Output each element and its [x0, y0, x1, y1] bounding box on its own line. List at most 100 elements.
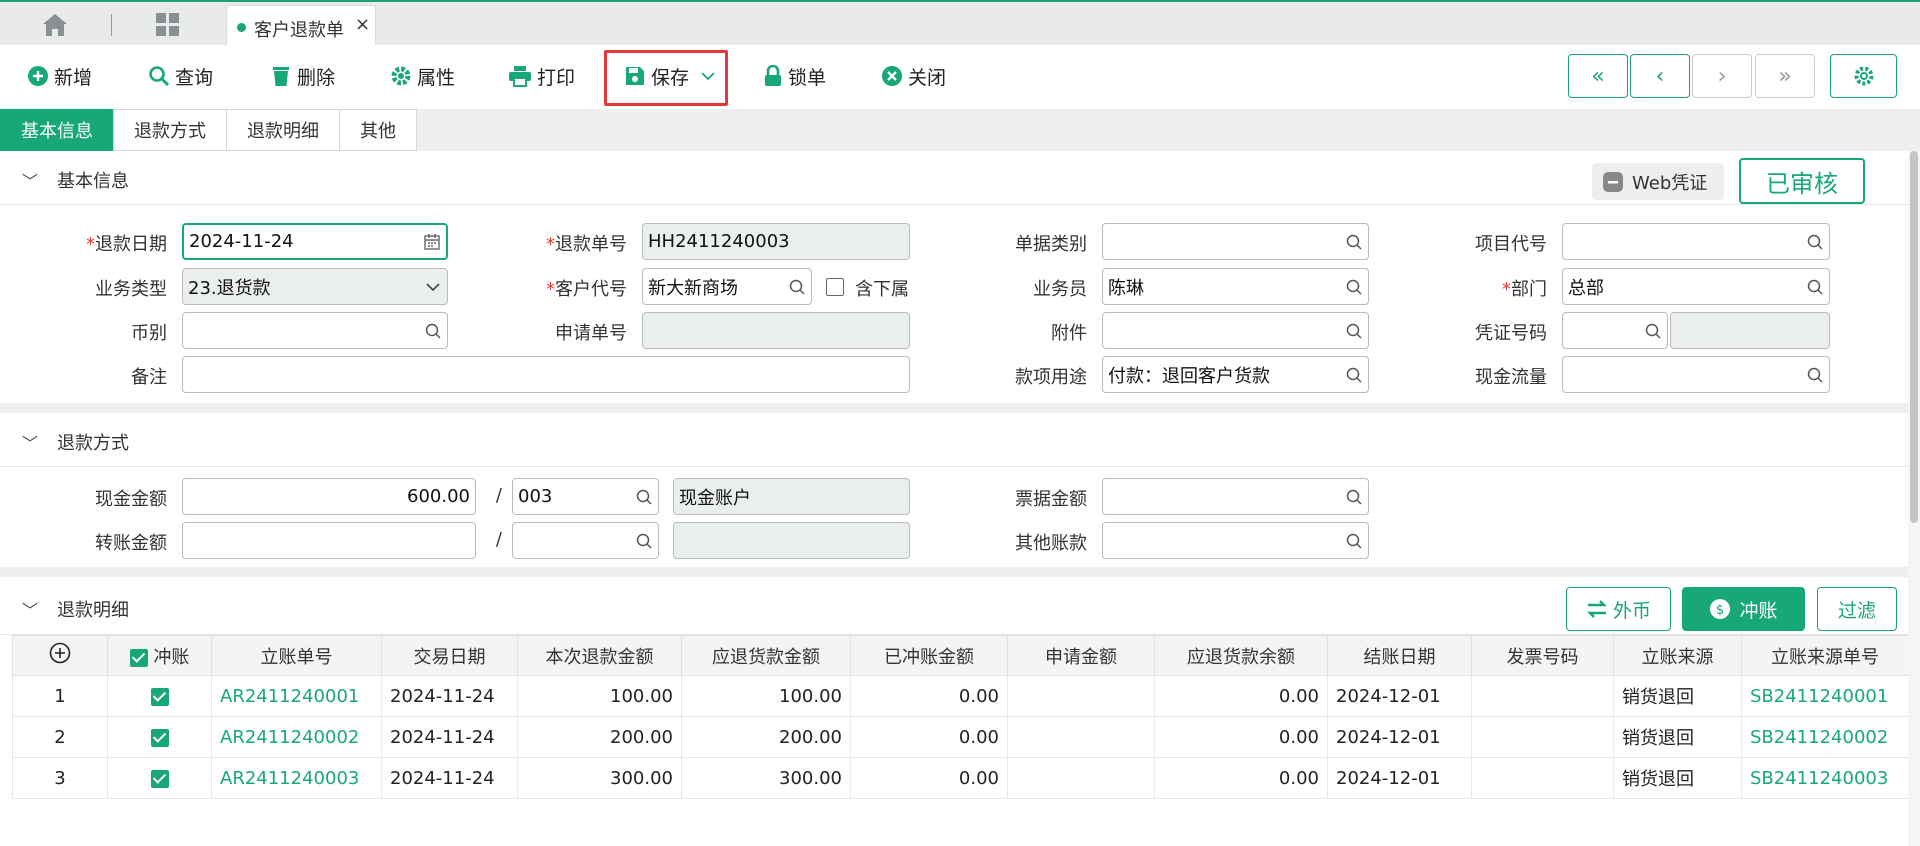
refund-amount-cell[interactable]: 200.00	[517, 716, 682, 758]
query-button[interactable]: 查询	[148, 59, 213, 93]
remark-field[interactable]	[182, 356, 910, 393]
search-icon[interactable]	[1806, 366, 1824, 384]
purpose-field[interactable]: 付款：退回客户货款	[1102, 356, 1369, 393]
row-checkbox[interactable]	[150, 728, 169, 747]
transfer-account-field[interactable]	[512, 522, 659, 559]
cash-account-field[interactable]: 003	[512, 478, 659, 515]
close-button[interactable]: 关闭	[881, 59, 946, 93]
chevron-down-icon[interactable]: ﹀	[22, 168, 38, 192]
col-source[interactable]: 立账来源	[1613, 635, 1742, 676]
scrollbar-thumb[interactable]	[1910, 151, 1918, 523]
search-icon[interactable]	[1345, 532, 1363, 550]
offset-button[interactable]: $ 冲账	[1682, 587, 1805, 631]
settings-button[interactable]	[1830, 54, 1897, 98]
plus-circle-icon[interactable]	[49, 642, 71, 664]
attachment-field[interactable]	[1102, 312, 1369, 349]
foreign-currency-button[interactable]: 外币	[1566, 587, 1671, 631]
new-button[interactable]: 新增	[27, 59, 92, 93]
source-no-link[interactable]: SB2411240003	[1741, 757, 1909, 799]
col-source-no[interactable]: 立账来源单号	[1741, 635, 1909, 676]
biz-type-select[interactable]: 23.退货款	[182, 268, 448, 305]
refund-amount-cell[interactable]: 300.00	[517, 757, 682, 799]
row-checkbox[interactable]	[150, 769, 169, 788]
tab-basic-info[interactable]: 基本信息	[0, 109, 114, 151]
search-icon[interactable]	[635, 532, 653, 550]
search-icon[interactable]	[1806, 278, 1824, 296]
col-settle-date[interactable]: 结账日期	[1327, 635, 1472, 676]
chevron-down-icon[interactable]: ﹀	[22, 430, 38, 454]
col-apply-amount[interactable]: 申请金额	[1007, 635, 1155, 676]
currency-field[interactable]	[182, 312, 448, 349]
col-offset-amount[interactable]: 已冲账金额	[850, 635, 1008, 676]
col-refund-amount[interactable]: 本次退款金额	[517, 635, 682, 676]
prev-record-button[interactable]: ‹	[1630, 54, 1690, 98]
col-ar-no[interactable]: 立账单号	[211, 635, 382, 676]
table-row[interactable]: 3 AR2411240003 2024-11-24 300.00 300.00 …	[12, 757, 1909, 799]
cashflow-field[interactable]	[1562, 356, 1830, 393]
next-record-button[interactable]: ›	[1692, 54, 1752, 98]
search-icon[interactable]	[1345, 278, 1363, 296]
search-icon[interactable]	[635, 488, 653, 506]
source-no-link[interactable]: SB2411240001	[1741, 675, 1909, 717]
salesperson-field[interactable]: 陈琳	[1102, 268, 1369, 305]
save-button[interactable]: 保存	[624, 59, 720, 93]
search-icon[interactable]	[788, 278, 806, 296]
dept-field[interactable]: 总部	[1562, 268, 1830, 305]
ar-no-link[interactable]: AR2411240003	[211, 757, 382, 799]
table-row[interactable]: 1 AR2411240001 2024-11-24 100.00 100.00 …	[12, 675, 1909, 717]
properties-button[interactable]: 属性	[390, 59, 455, 93]
search-icon[interactable]	[1345, 322, 1363, 340]
app-grid-icon[interactable]	[156, 13, 180, 37]
chevron-down-icon[interactable]	[424, 278, 442, 296]
vertical-scrollbar[interactable]	[1908, 151, 1920, 846]
add-row-cell[interactable]	[12, 635, 108, 676]
project-code-field[interactable]	[1562, 223, 1830, 260]
lock-button[interactable]: 锁单	[763, 59, 826, 93]
customer-field[interactable]: 新大新商场	[642, 268, 812, 305]
chevron-down-icon[interactable]: ﹀	[22, 597, 38, 621]
table-row[interactable]: 2 AR2411240002 2024-11-24 200.00 200.00 …	[12, 716, 1909, 758]
search-icon[interactable]	[1345, 366, 1363, 384]
tab-customer-refund[interactable]: 客户退款单 ×	[226, 5, 376, 47]
cash-amount-field[interactable]: 600.00	[182, 478, 476, 515]
row-checkbox-cell[interactable]	[107, 675, 212, 717]
doc-type-field[interactable]	[1102, 223, 1369, 260]
ar-no-link[interactable]: AR2411240002	[211, 716, 382, 758]
search-icon[interactable]	[1345, 233, 1363, 251]
row-checkbox-cell[interactable]	[107, 716, 212, 758]
col-balance[interactable]: 应退货款余额	[1154, 635, 1328, 676]
row-checkbox-cell[interactable]	[107, 757, 212, 799]
voucher-no-field[interactable]	[1562, 312, 1668, 349]
source-no-link[interactable]: SB2411240002	[1741, 716, 1909, 758]
refund-method-header[interactable]: ﹀ 退款方式	[0, 413, 1908, 467]
refund-amount-cell[interactable]: 100.00	[517, 675, 682, 717]
filter-button[interactable]: 过滤	[1817, 587, 1897, 631]
first-record-button[interactable]: «	[1568, 54, 1628, 98]
tab-refund-method[interactable]: 退款方式	[113, 109, 227, 151]
select-all-checkbox[interactable]	[129, 648, 148, 667]
other-amount-field[interactable]	[1102, 522, 1369, 559]
home-icon[interactable]	[40, 12, 70, 38]
row-checkbox[interactable]	[150, 687, 169, 706]
search-icon[interactable]	[1345, 488, 1363, 506]
basic-info-header[interactable]: ﹀ 基本信息 Web凭证 已审核	[0, 151, 1908, 205]
last-record-button[interactable]: »	[1755, 54, 1815, 98]
bill-amount-field[interactable]	[1102, 478, 1369, 515]
col-due-amount[interactable]: 应退货款金额	[681, 635, 851, 676]
refund-date-field[interactable]: 2024-11-24	[182, 223, 448, 260]
ar-no-link[interactable]: AR2411240001	[211, 675, 382, 717]
col-offset[interactable]: 冲账	[107, 635, 212, 676]
refund-detail-header[interactable]: ﹀ 退款明细 外币 $ 冲账 过滤	[0, 577, 1908, 635]
web-voucher-button[interactable]: Web凭证	[1592, 163, 1724, 200]
search-icon[interactable]	[424, 322, 442, 340]
search-icon[interactable]	[1806, 233, 1824, 251]
transfer-amount-field[interactable]	[182, 522, 476, 559]
include-sub-checkbox[interactable]	[826, 278, 844, 296]
delete-button[interactable]: 删除	[270, 59, 335, 93]
refund-no-field[interactable]: HH2411240003	[642, 223, 910, 260]
tab-refund-detail[interactable]: 退款明细	[226, 109, 340, 151]
tab-other[interactable]: 其他	[339, 109, 417, 151]
chevron-down-icon[interactable]	[701, 71, 715, 81]
close-tab-icon[interactable]: ×	[355, 14, 370, 35]
search-icon[interactable]	[1644, 322, 1662, 340]
